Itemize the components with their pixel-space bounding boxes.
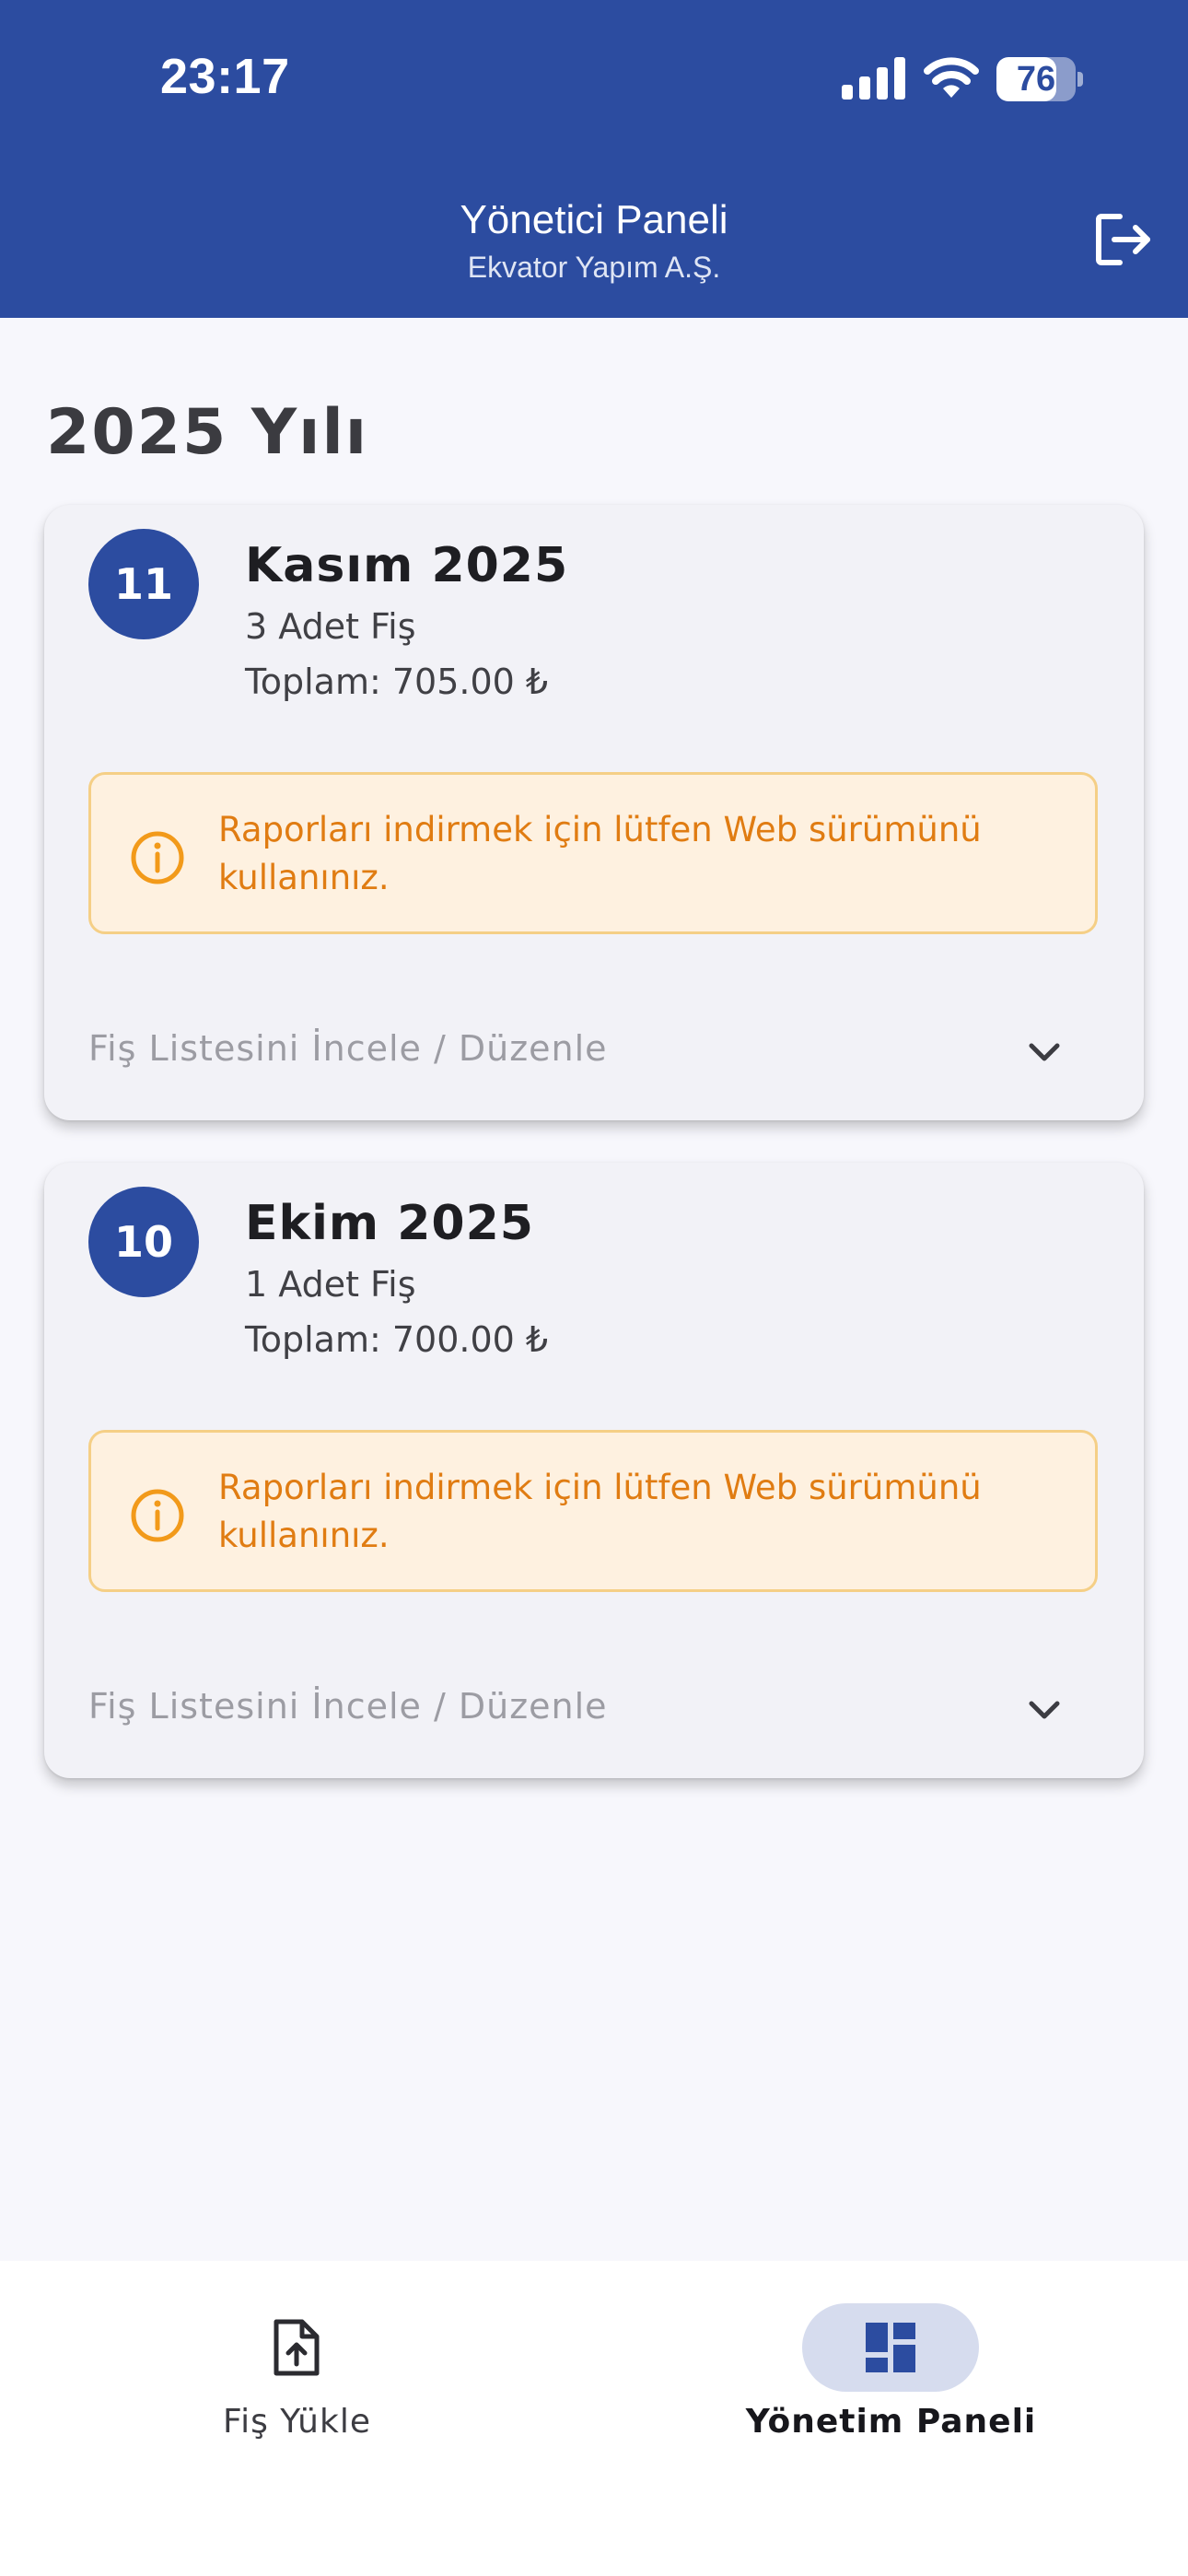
month-total: Toplam: 705.00 ₺ [245, 662, 549, 702]
battery-level-text: 76 [1016, 60, 1056, 99]
cellular-signal-icon [842, 57, 905, 100]
chevron-down-icon [1029, 1043, 1060, 1061]
company-name: Ekvator Yapım A.Ş. [467, 251, 721, 284]
nav-icon-container [208, 2303, 385, 2392]
expander-label: Fiş Listesini İncele / Düzenle [88, 1028, 608, 1069]
file-upload-icon [274, 2319, 320, 2376]
year-heading: 2025 Yılı [46, 396, 369, 469]
web-version-warning: Raporları indirmek için lütfen Web sürüm… [88, 1430, 1098, 1592]
dashboard-icon [866, 2323, 915, 2372]
logout-icon [1096, 214, 1150, 265]
month-card: 10 Ekim 2025 1 Adet Fiş Toplam: 700.00 ₺… [44, 1163, 1144, 1778]
info-icon [131, 831, 184, 884]
month-card: 11 Kasım 2025 3 Adet Fiş Toplam: 705.00 … [44, 505, 1144, 1120]
nav-icon-container-active [802, 2303, 979, 2392]
logout-button[interactable] [1087, 206, 1160, 273]
month-total: Toplam: 700.00 ₺ [245, 1319, 549, 1360]
page-title: Yönetici Paneli [460, 197, 728, 242]
receipt-count: 3 Adet Fiş [245, 606, 416, 647]
receipt-list-expander[interactable]: Fiş Listesini İncele / Düzenle [88, 1015, 1101, 1089]
nav-item-receipt-upload[interactable]: Fiş Yükle [0, 2261, 594, 2464]
nav-label: Fiş Yükle [223, 2403, 371, 2441]
battery-indicator: 76 [996, 57, 1085, 101]
bottom-navigation: Fiş Yükle Yönetim Paneli [0, 2261, 1188, 2576]
wifi-icon [924, 57, 979, 98]
month-name: Kasım 2025 [245, 538, 569, 593]
nav-label: Yönetim Paneli [745, 2403, 1037, 2441]
month-number-badge: 10 [88, 1187, 199, 1297]
expander-label: Fiş Listesini İncele / Düzenle [88, 1686, 608, 1727]
status-time: 23:17 [160, 49, 290, 104]
month-number-badge: 11 [88, 529, 199, 639]
app-header: 23:17 76 Yönetici Paneli Ekvator Yapım A… [0, 0, 1188, 318]
info-icon [131, 1489, 184, 1542]
chevron-down-icon [1029, 1701, 1060, 1719]
receipt-list-expander[interactable]: Fiş Listesini İncele / Düzenle [88, 1673, 1101, 1747]
warning-text: Raporları indirmek için lütfen Web sürüm… [218, 810, 982, 897]
web-version-warning: Raporları indirmek için lütfen Web sürüm… [88, 772, 1098, 934]
month-name: Ekim 2025 [245, 1196, 534, 1251]
receipt-count: 1 Adet Fiş [245, 1264, 416, 1305]
warning-text: Raporları indirmek için lütfen Web sürüm… [218, 1468, 982, 1555]
nav-item-admin-panel[interactable]: Yönetim Paneli [594, 2261, 1188, 2464]
